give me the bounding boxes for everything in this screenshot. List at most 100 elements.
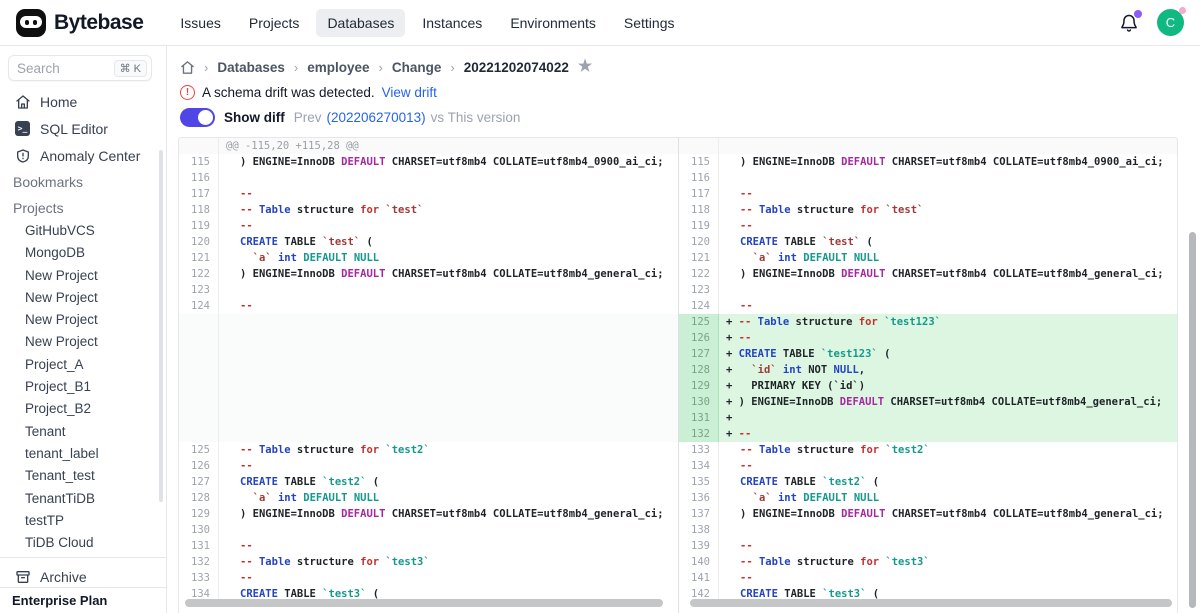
sidebar-project-project_a[interactable]: Project_A [0, 354, 158, 376]
code-text [719, 282, 1177, 298]
diff-line-old-133: 133-- [179, 570, 678, 586]
line-number: 135 [679, 474, 719, 490]
line-number [179, 410, 219, 426]
sidebar-item-label: Home [40, 94, 77, 110]
sidebar-project-tenant_test[interactable]: Tenant_test [0, 465, 158, 487]
sidebar-project-githubvcs[interactable]: GitHubVCS [0, 220, 158, 242]
code-text: + -- [719, 426, 1177, 442]
diff-filler-line [179, 362, 678, 378]
sidebar-item-archive[interactable]: Archive [6, 563, 160, 590]
nav-item-issues[interactable]: Issues [169, 9, 231, 37]
nav-item-projects[interactable]: Projects [238, 9, 311, 37]
sidebar-project-mongodb[interactable]: MongoDB [0, 242, 158, 264]
code-text: + [719, 410, 1177, 426]
line-number [179, 314, 219, 330]
line-number [179, 426, 219, 442]
line-number: 129 [179, 506, 219, 522]
code-text: CREATE TABLE `test2` ( [219, 474, 678, 490]
anomaly-center-icon [14, 147, 31, 164]
line-number: 127 [179, 474, 219, 490]
diff-panel-previous: @@ -115,20 +115,28 @@115) ENGINE=InnoDB … [179, 138, 678, 613]
page-vertical-scrollbar[interactable] [1189, 232, 1196, 608]
sidebar-scrollbar[interactable] [159, 150, 163, 502]
right-horizontal-scrollbar[interactable] [690, 599, 1172, 607]
diff-line-old-127: 127CREATE TABLE `test2` ( [179, 474, 678, 490]
code-text: + CREATE TABLE `test123` ( [719, 346, 1177, 362]
diff-line-new-121: 121 `a` int DEFAULT NULL [679, 250, 1177, 266]
sidebar-item-anomaly-center[interactable]: Anomaly Center [6, 142, 160, 169]
diff-line-new-134: 134-- [679, 458, 1177, 474]
sidebar-project-new-project[interactable]: New Project [0, 309, 158, 331]
code-text [219, 330, 678, 346]
code-text: CREATE TABLE `test` ( [719, 234, 1177, 250]
breadcrumb-item-change[interactable]: Change [392, 60, 442, 75]
sidebar-project-project_b1[interactable]: Project_B1 [0, 376, 158, 398]
diff-filler-line [179, 314, 678, 330]
line-number: 124 [179, 298, 219, 314]
line-number: 136 [679, 490, 719, 506]
line-number: 117 [179, 186, 219, 202]
bytebase-logo-icon [16, 9, 46, 37]
nav-item-environments[interactable]: Environments [499, 9, 607, 37]
avatar[interactable]: C [1157, 9, 1184, 36]
search-input[interactable] [17, 61, 105, 76]
sidebar-project-new-project[interactable]: New Project [0, 331, 158, 353]
sidebar-project-new-project[interactable]: New Project [0, 265, 158, 287]
diff-line-old-119: 119-- [179, 218, 678, 234]
brand[interactable]: Bytebase [16, 9, 143, 37]
line-number: 117 [679, 186, 719, 202]
breadcrumb-item-databases[interactable]: Databases [217, 60, 285, 75]
search-box[interactable]: ⌘ K [8, 55, 152, 81]
diff-line-old-132: 132-- Table structure for `test3` [179, 554, 678, 570]
brand-name: Bytebase [54, 11, 143, 35]
diff-line-new-127: 127+ CREATE TABLE `test123` ( [679, 346, 1177, 362]
diff-line-new-120: 120CREATE TABLE `test` ( [679, 234, 1177, 250]
prev-version-link[interactable]: (202206270013) [327, 110, 426, 125]
diff-line-new-130: 130+ ) ENGINE=InnoDB DEFAULT CHARSET=utf… [679, 394, 1177, 410]
sidebar-section-projects[interactable]: Projects [13, 200, 64, 216]
sidebar-project-new-project[interactable]: New Project [0, 287, 158, 309]
code-text: ) ENGINE=InnoDB DEFAULT CHARSET=utf8mb4 … [219, 266, 678, 282]
sidebar-item-label: Anomaly Center [40, 148, 140, 164]
code-text: -- Table structure for `test3` [719, 554, 1177, 570]
sidebar-item-sql-editor[interactable]: >_ SQL Editor [6, 115, 160, 142]
sidebar-item-home[interactable]: Home [6, 88, 160, 115]
sidebar-project-tidb-cloud[interactable]: TiDB Cloud [0, 532, 158, 554]
diff-panel-current: 115) ENGINE=InnoDB DEFAULT CHARSET=utf8m… [678, 138, 1177, 613]
breadcrumb-item-employee[interactable]: employee [307, 60, 369, 75]
breadcrumb-home-icon[interactable] [180, 60, 195, 75]
sidebar-project-tenanttidb[interactable]: TenantTiDB [0, 488, 158, 510]
line-number: 120 [179, 234, 219, 250]
sidebar-section-bookmarks[interactable]: Bookmarks [13, 174, 83, 190]
breadcrumb-separator: › [294, 60, 298, 75]
sidebar-project-project_b2[interactable]: Project_B2 [0, 398, 158, 420]
line-number: 115 [679, 154, 719, 170]
left-horizontal-scrollbar[interactable] [185, 599, 663, 607]
line-number: 121 [179, 250, 219, 266]
line-number: 131 [679, 410, 719, 426]
diff-line-old-122: 122) ENGINE=InnoDB DEFAULT CHARSET=utf8m… [179, 266, 678, 282]
breadcrumb-separator: › [204, 60, 208, 75]
search-shortcut: ⌘ K [114, 60, 147, 77]
diff-filler-line [179, 346, 678, 362]
nav-item-instances[interactable]: Instances [411, 9, 493, 37]
code-text: @@ -115,20 +115,28 @@ [219, 138, 678, 154]
code-text: -- [219, 458, 678, 474]
star-icon[interactable]: ★ [578, 59, 592, 75]
code-text: -- Table structure for `test` [719, 202, 1177, 218]
line-number: 128 [679, 362, 719, 378]
sidebar-project-tenant[interactable]: Tenant [0, 421, 158, 443]
diff-line-old-131: 131-- [179, 538, 678, 554]
nav-item-settings[interactable]: Settings [613, 9, 686, 37]
diff-line-new-118: 118-- Table structure for `test` [679, 202, 1177, 218]
code-text [219, 522, 678, 538]
notifications-bell-icon[interactable] [1119, 13, 1139, 33]
sidebar-divider [0, 557, 166, 558]
show-diff-toggle[interactable] [180, 108, 215, 127]
sidebar-project-tenant_label[interactable]: tenant_label [0, 443, 158, 465]
nav-item-databases[interactable]: Databases [316, 9, 405, 37]
sidebar-project-testtp[interactable]: testTP [0, 510, 158, 532]
code-text: CREATE TABLE `test2` ( [719, 474, 1177, 490]
diff-line-old-130: 130 [179, 522, 678, 538]
view-drift-link[interactable]: View drift [382, 85, 437, 100]
